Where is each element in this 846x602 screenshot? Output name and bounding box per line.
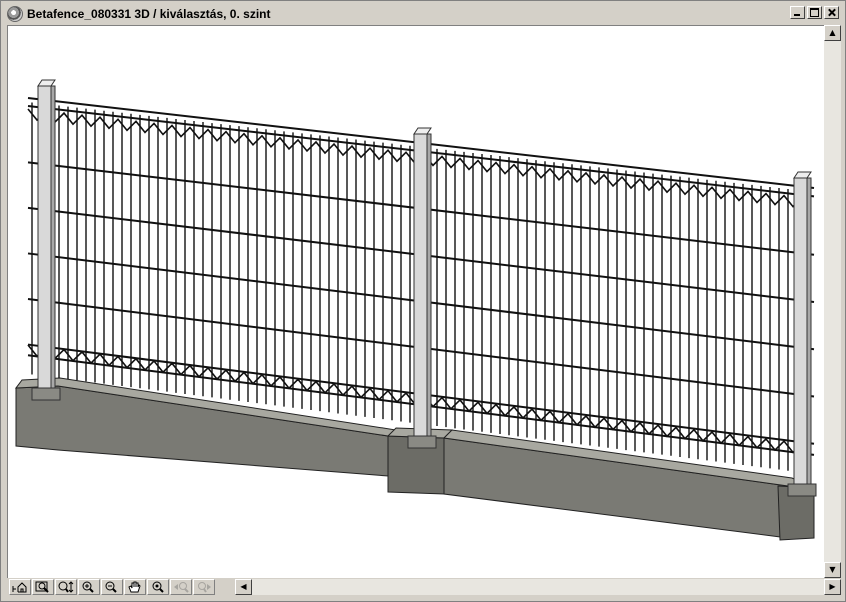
fit-window-icon (35, 581, 49, 593)
home-view-button[interactable] (9, 579, 31, 595)
fence-post (793, 177, 808, 485)
orbit-icon (152, 581, 164, 593)
zoom-in-icon (82, 581, 94, 593)
scroll-up-button[interactable]: ▲ (824, 25, 841, 41)
post-footing (31, 387, 61, 401)
3d-viewport[interactable] (7, 25, 825, 580)
fence-post-cap (793, 171, 812, 179)
window-controls (790, 6, 839, 19)
app-icon[interactable] (7, 5, 23, 22)
orbit-button[interactable] (147, 579, 169, 595)
app-window: Betafence_080331 3D / kiválasztás, 0. sz… (0, 0, 846, 602)
zoom-in-button[interactable] (78, 579, 100, 595)
maximize-button[interactable] (807, 6, 822, 19)
next-view-icon (198, 582, 211, 593)
fence-post-side (426, 133, 432, 437)
fence-post-side (50, 85, 56, 389)
fence-post (37, 85, 52, 389)
post-footing (407, 435, 437, 449)
scroll-left-button[interactable]: ◀ (235, 579, 252, 595)
fence-post (413, 133, 428, 437)
home-view-icon (12, 582, 27, 593)
previous-view-icon (174, 582, 189, 593)
concrete-base-right (443, 437, 815, 539)
post-footing (787, 483, 817, 497)
close-button[interactable] (824, 6, 839, 19)
zoom-dynamic-button[interactable] (55, 579, 77, 595)
fence-post-cap (413, 127, 432, 135)
fence-post-side (806, 177, 812, 485)
fit-window-button[interactable] (32, 579, 54, 595)
scroll-right-button[interactable]: ▶ (824, 579, 841, 595)
horizontal-scrollbar[interactable]: ◀ ▶ (235, 579, 841, 595)
previous-view-button[interactable] (170, 579, 192, 595)
zoom-out-icon (105, 581, 117, 593)
title-bar[interactable]: Betafence_080331 3D / kiválasztás, 0. sz… (3, 3, 843, 24)
fence-3d-model (14, 79, 817, 541)
pan-hand-icon (128, 581, 141, 593)
scroll-down-button[interactable]: ▼ (824, 562, 841, 578)
navigation-toolbar (9, 579, 215, 595)
vertical-scrollbar[interactable]: ▲ ▼ (824, 25, 841, 578)
next-view-button[interactable] (193, 579, 215, 595)
zoom-dynamic-icon (58, 581, 74, 593)
zoom-out-button[interactable] (101, 579, 123, 595)
bottom-bar: ◀ ▶ (7, 578, 841, 596)
window-title: Betafence_080331 3D / kiválasztás, 0. sz… (27, 6, 271, 21)
fence-post-cap (37, 79, 56, 87)
pan-button[interactable] (124, 579, 146, 595)
minimize-button[interactable] (790, 6, 805, 19)
